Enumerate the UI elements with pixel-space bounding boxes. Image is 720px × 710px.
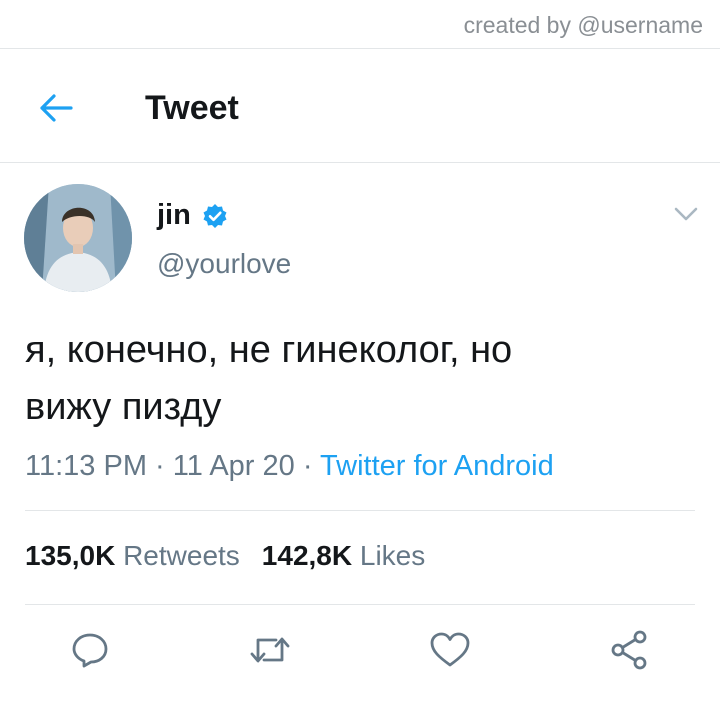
meta-separator: · [294,450,321,482]
retweets-label: Retweets [123,540,240,571]
watermark: created by @username [463,12,703,38]
tweet-meta: 11:13 PM · 11 Apr 20 · Twitter for Andro… [25,448,554,484]
tweet-stats: 135,0K Retweets 142,8K Likes [25,538,425,574]
reply-button[interactable] [66,626,114,674]
meta-separator: · [146,450,173,482]
avatar-photo [24,184,132,292]
share-icon [611,630,647,670]
verified-badge-icon [203,204,227,228]
retweets-stat[interactable]: 135,0K Retweets [25,540,240,571]
likes-count: 142,8K [261,540,353,571]
tweet-source-link[interactable]: Twitter for Android [320,450,554,482]
like-button[interactable] [426,626,474,674]
author-handle[interactable]: @yourlove [157,247,291,281]
likes-stat[interactable]: 142,8K Likes [262,540,425,571]
retweets-count: 135,0K [25,540,116,571]
divider [25,604,695,605]
reply-icon [72,633,108,668]
avatar[interactable] [24,184,132,292]
author-name[interactable]: jin [157,198,191,232]
divider [0,162,720,163]
likes-label: Likes [359,540,426,571]
tweet-screen: created by @username Tweet jin @yourlove… [0,0,720,710]
back-button[interactable] [36,88,76,128]
divider [25,510,695,511]
tweet-text-line: я, конечно, не гинеколог, но [25,329,513,371]
chevron-down-icon[interactable] [672,202,700,226]
tweet-date: 11 Apr 20 [172,450,295,482]
retweet-button[interactable] [246,626,294,674]
tweet-text: я, конечно, не гинеколог, но вижу пизду [25,322,685,436]
share-button[interactable] [606,626,654,674]
like-icon [430,632,470,667]
retweet-icon [250,637,290,663]
tweet-time: 11:13 PM [25,450,147,482]
arrow-left-icon [40,94,73,122]
divider [0,48,720,49]
page-title: Tweet [145,89,239,127]
tweet-text-line: вижу пизду [25,386,222,428]
